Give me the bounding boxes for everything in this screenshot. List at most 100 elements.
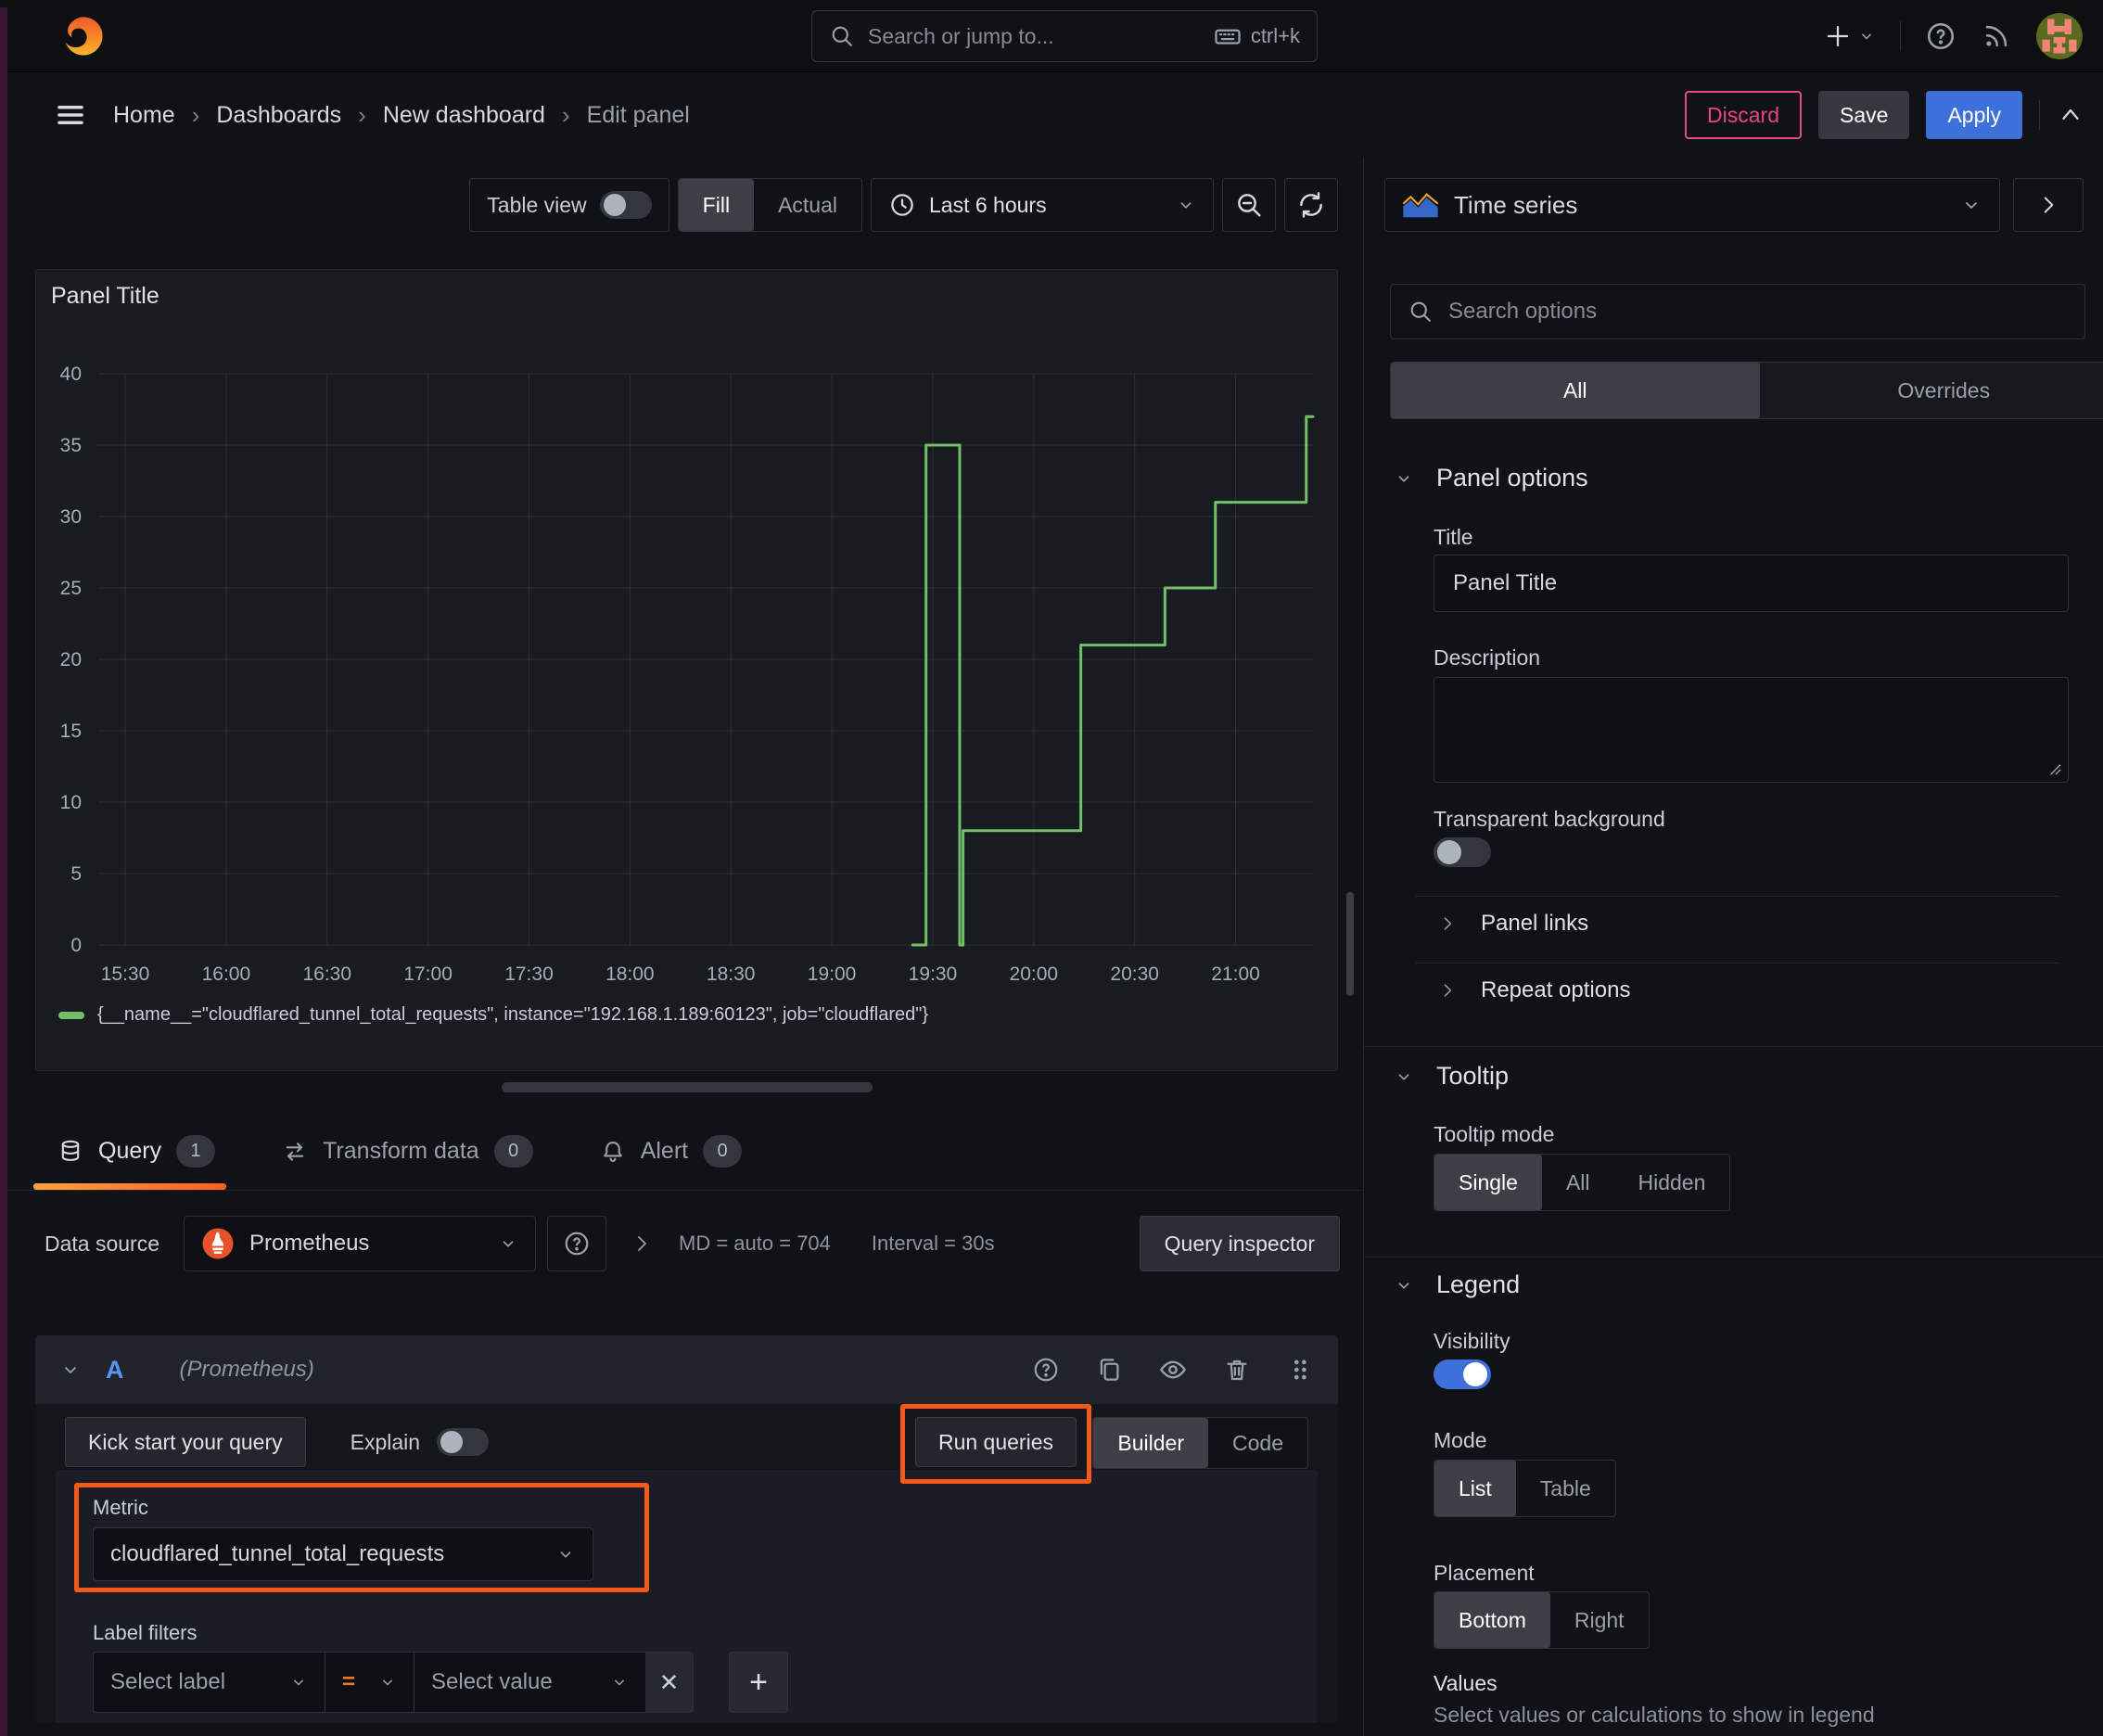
option-hidden[interactable]: Hidden: [1614, 1155, 1730, 1210]
discard-button[interactable]: Discard: [1685, 91, 1803, 139]
option-actual[interactable]: Actual: [754, 179, 861, 231]
tab-transform-data[interactable]: Transform data 0: [282, 1113, 533, 1190]
user-avatar[interactable]: [2036, 13, 2083, 59]
table-view-toggle[interactable]: [599, 191, 652, 219]
help-icon[interactable]: [1032, 1356, 1060, 1384]
repeat-options-section-header[interactable]: Repeat options: [1438, 977, 1630, 1003]
legend-visibility-toggle[interactable]: [1434, 1359, 1491, 1389]
tooltip-mode-label: Tooltip mode: [1434, 1122, 1555, 1146]
legend-visibility-label: Visibility: [1434, 1329, 1510, 1353]
chevron-right-icon[interactable]: [631, 1232, 653, 1255]
option-builder[interactable]: Builder: [1093, 1418, 1209, 1468]
save-button[interactable]: Save: [1818, 91, 1910, 139]
option-all[interactable]: All: [1542, 1155, 1614, 1210]
panel-title[interactable]: Panel Title: [51, 283, 159, 310]
explain-toggle[interactable]: [437, 1428, 490, 1456]
zoom-out-button[interactable]: [1222, 178, 1276, 232]
chevron-down-icon: [1398, 1073, 1409, 1080]
x-tick-label: 16:00: [202, 964, 251, 985]
refresh-button[interactable]: [1284, 178, 1338, 232]
series-line: [911, 415, 1315, 947]
tab-query-label: Query: [98, 1138, 162, 1164]
clock-icon: [888, 191, 916, 219]
option-all[interactable]: All: [1391, 363, 1760, 418]
options-search-input[interactable]: Search options: [1390, 284, 2085, 339]
mega-menu-icon[interactable]: [54, 98, 87, 132]
option-table[interactable]: Table: [1516, 1461, 1615, 1516]
all-overrides-segmented: All Overrides: [1390, 362, 2103, 419]
add-filter-button[interactable]: +: [729, 1652, 788, 1713]
panel-title-input[interactable]: Panel Title: [1434, 555, 2069, 612]
tab-alert[interactable]: Alert 0: [600, 1113, 743, 1190]
collapse-options-icon[interactable]: [2057, 101, 2084, 129]
panel-options-section-header[interactable]: Panel options: [1394, 464, 1588, 492]
global-search-input[interactable]: Search or jump to... ctrl+k: [811, 10, 1318, 62]
option-bottom[interactable]: Bottom: [1434, 1592, 1550, 1648]
option-overrides[interactable]: Overrides: [1760, 363, 2103, 418]
chart-legend[interactable]: {__name__="cloudflared_tunnel_total_requ…: [58, 1004, 928, 1026]
y-tick-label: 10: [60, 792, 82, 813]
breadcrumb-dashboards[interactable]: Dashboards: [216, 102, 341, 129]
chevron-down-icon[interactable]: [59, 1359, 82, 1381]
run-queries-button[interactable]: Run queries: [914, 1417, 1077, 1467]
visualization-value: Time series: [1454, 190, 1578, 219]
toggle-viz-picker-button[interactable]: [2013, 178, 2084, 232]
tab-alert-badge: 0: [703, 1135, 743, 1168]
apply-button[interactable]: Apply: [1926, 91, 2022, 139]
news-icon[interactable]: [1981, 20, 2012, 52]
breadcrumb-home[interactable]: Home: [113, 102, 175, 129]
drag-grip-icon[interactable]: [1286, 1356, 1314, 1384]
duplicate-icon[interactable]: [1095, 1356, 1123, 1384]
option-right[interactable]: Right: [1550, 1592, 1649, 1648]
keyboard-shortcut: ctrl+k: [1214, 22, 1300, 50]
option-single[interactable]: Single: [1434, 1155, 1542, 1210]
query-row-header[interactable]: A (Prometheus): [35, 1335, 1338, 1404]
eye-icon[interactable]: [1158, 1355, 1188, 1385]
help-icon[interactable]: [1925, 20, 1956, 52]
panel-resize-handle[interactable]: [502, 1082, 873, 1092]
kick-start-query-button[interactable]: Kick start your query: [65, 1417, 306, 1467]
x-tick-label: 15:30: [101, 964, 150, 985]
panel-links-section-header[interactable]: Panel links: [1438, 911, 1588, 937]
scrollbar-thumb[interactable]: [1346, 892, 1354, 996]
query-inspector-button[interactable]: Query inspector: [1139, 1216, 1340, 1271]
y-tick-label: 15: [60, 721, 82, 742]
y-tick-label: 5: [70, 863, 82, 885]
datasource-picker[interactable]: Prometheus: [184, 1216, 537, 1271]
series-legend-label[interactable]: {__name__="cloudflared_tunnel_total_requ…: [97, 1004, 928, 1026]
metric-select[interactable]: cloudflared_tunnel_total_requests: [93, 1527, 593, 1581]
chevron-down-icon: [1960, 194, 1982, 216]
query-row-actions: [1032, 1355, 1314, 1385]
chevron-down-icon: [289, 1673, 308, 1691]
legend-section-header[interactable]: Legend: [1394, 1270, 1520, 1299]
select-value-dropdown[interactable]: Select value: [414, 1652, 645, 1713]
operator-dropdown[interactable]: =: [325, 1652, 414, 1713]
search-icon: [1408, 299, 1434, 325]
breadcrumb-new-dashboard[interactable]: New dashboard: [383, 102, 545, 129]
grafana-logo-icon[interactable]: [59, 13, 108, 61]
database-icon: [57, 1139, 83, 1165]
option-code[interactable]: Code: [1208, 1418, 1307, 1468]
panel-toolbar: Table view Fill Actual Last 6 hours: [389, 178, 1338, 232]
table-view-label: Table view: [487, 192, 587, 217]
trash-icon[interactable]: [1223, 1356, 1251, 1384]
option-list[interactable]: List: [1434, 1461, 1516, 1516]
transparent-background-toggle[interactable]: [1434, 837, 1491, 867]
visualization-picker[interactable]: Time series: [1384, 178, 2000, 232]
tab-query[interactable]: Query 1: [32, 1113, 227, 1190]
x-tick-label: 17:00: [403, 964, 452, 985]
datasource-help-button[interactable]: [547, 1216, 607, 1271]
option-fill[interactable]: Fill: [678, 179, 755, 231]
resize-handle-icon[interactable]: [2046, 760, 2062, 776]
chevron-right-icon: [1444, 917, 1452, 930]
top-nav-right: [1824, 0, 2083, 72]
add-new-button[interactable]: [1824, 22, 1876, 50]
description-textarea[interactable]: [1434, 677, 2069, 783]
y-tick-label: 0: [70, 935, 82, 956]
remove-filter-button[interactable]: ✕: [645, 1652, 694, 1713]
select-label-dropdown[interactable]: Select label: [93, 1652, 325, 1713]
divider: [1415, 896, 2059, 897]
time-series-chart[interactable]: 0 5 10 15 20 25 30 35 40 15:30 16:00 16:30 17:00 17:3…: [60, 364, 1315, 985]
tooltip-section-header[interactable]: Tooltip: [1394, 1062, 1509, 1091]
time-range-picker[interactable]: Last 6 hours: [871, 178, 1214, 232]
